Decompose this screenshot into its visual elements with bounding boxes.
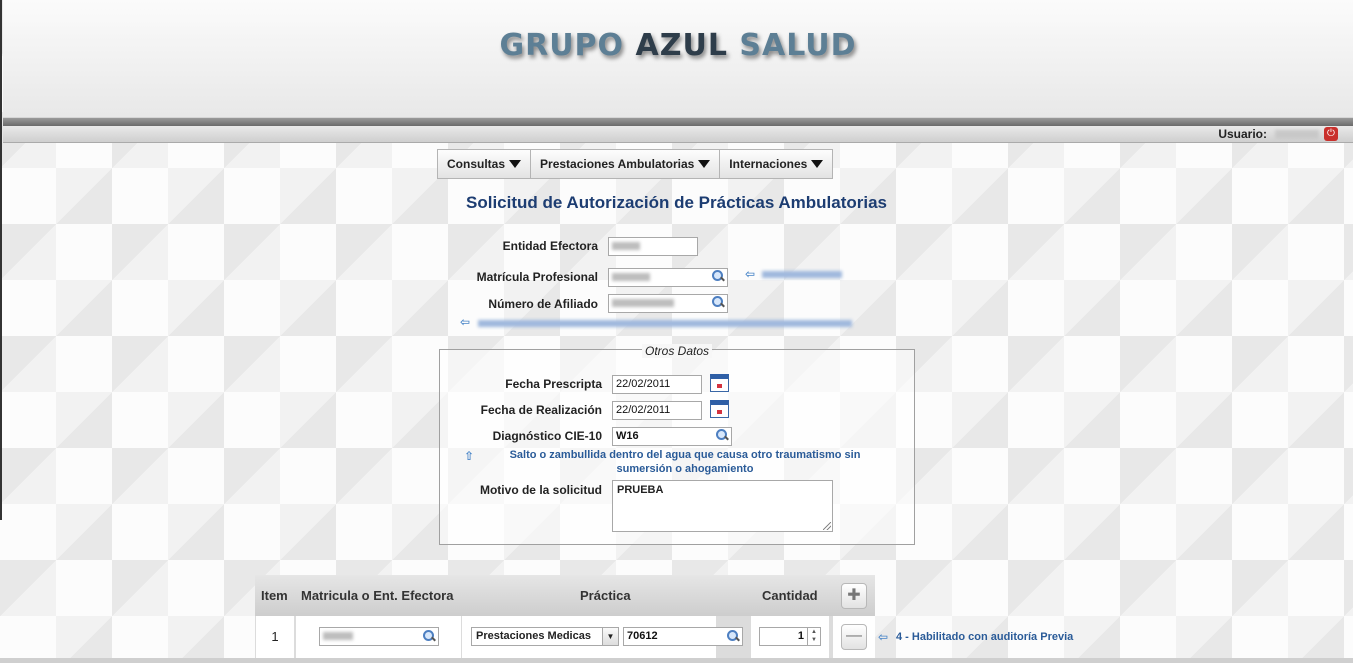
page-title: Solicitud de Autorización de Prácticas A… [466, 193, 887, 212]
fecha-prescripta-input[interactable]: 22/02/2011 [612, 375, 702, 394]
header-matricula: Matricula o Ent. Efectora [301, 588, 454, 603]
arrow-up-icon: ⇧ [464, 449, 475, 463]
header-divider [3, 118, 1353, 126]
matricula-profesional-field[interactable] [608, 268, 728, 287]
resize-grip-icon[interactable] [823, 522, 831, 530]
fecha-prescripta-label: Fecha Prescripta [505, 377, 602, 391]
numero-afiliado-field[interactable] [608, 294, 728, 313]
matricula-profesional-label: Matrícula Profesional [476, 270, 598, 284]
header-practica: Práctica [580, 588, 631, 603]
brand-logo: GRUPO AZUL SALUD [499, 28, 857, 63]
dropdown-caret-icon [811, 160, 824, 168]
search-icon[interactable] [423, 630, 435, 642]
dropdown-caret-icon [509, 160, 522, 168]
entidad-efectora-field[interactable] [608, 237, 698, 256]
remove-row-button[interactable]: — [841, 624, 867, 650]
taskbar [0, 658, 1353, 663]
search-icon[interactable] [716, 429, 728, 441]
cell-item: 1 [256, 616, 294, 658]
header-item: Item [261, 588, 288, 603]
practica-codigo-input[interactable]: 70612 [623, 627, 743, 646]
motivo-textarea[interactable]: PRUEBA [612, 480, 833, 532]
logout-power-icon[interactable]: ⏻ [1324, 127, 1338, 141]
main-menu: Consultas Prestaciones Ambulatorias Inte… [437, 149, 834, 179]
user-name-redacted [1275, 130, 1319, 139]
user-label: Usuario: [1218, 127, 1267, 141]
user-bar: Usuario: ⏻ [3, 126, 1353, 143]
menu-prestaciones-ambulatorias[interactable]: Prestaciones Ambulatorias [531, 150, 721, 178]
arrow-left-icon: ⇦ [745, 267, 756, 281]
entidad-efectora-label: Entidad Efectora [502, 239, 598, 253]
profesional-name-redacted [762, 271, 842, 278]
app-header: GRUPO AZUL SALUD [3, 0, 1353, 118]
calendar-icon[interactable] [710, 374, 729, 392]
table-row: 1 Prestaciones Medicas ▼ 70612 1 ▲ ▼ — [255, 616, 875, 658]
practica-status: 4 - Habilitado con auditoría Previa [896, 631, 1074, 643]
search-icon[interactable] [727, 630, 739, 642]
cantidad-stepper[interactable]: 1 ▲ ▼ [759, 627, 821, 646]
calendar-icon[interactable] [710, 400, 729, 418]
diagnostico-input[interactable]: W16 [612, 427, 732, 446]
fecha-realizacion-label: Fecha de Realización [480, 403, 602, 417]
row-matricula-input[interactable] [319, 627, 439, 646]
cell-divider [461, 616, 462, 658]
stepper-arrows-icon[interactable]: ▲ ▼ [807, 628, 820, 645]
menu-consultas[interactable]: Consultas [438, 150, 532, 178]
menu-internaciones[interactable]: Internaciones [720, 150, 832, 178]
arrow-left-icon: ⇦ [460, 315, 471, 329]
add-row-button[interactable]: ✚ [841, 583, 867, 609]
search-icon[interactable] [712, 296, 724, 308]
fecha-realizacion-input[interactable]: 22/02/2011 [612, 401, 702, 420]
arrow-left-icon: ⇦ [878, 630, 889, 644]
dropdown-caret-icon [698, 160, 711, 168]
header-cantidad: Cantidad [762, 588, 818, 603]
practicas-grid: Item Matricula o Ent. Efectora Práctica … [255, 575, 875, 658]
grid-header: Item Matricula o Ent. Efectora Práctica … [255, 575, 875, 616]
afiliado-name-redacted [478, 320, 852, 327]
window-edge [0, 0, 2, 520]
practica-tipo-select[interactable]: Prestaciones Medicas ▼ [471, 627, 619, 646]
otros-datos-legend: Otros Datos [440, 344, 914, 358]
motivo-label: Motivo de la solicitud [479, 483, 602, 497]
chevron-down-icon: ▼ [602, 628, 618, 645]
diagnostico-description: Salto o zambullida dentro del agua que c… [509, 449, 861, 475]
search-icon[interactable] [712, 270, 724, 282]
diagnostico-label: Diagnóstico CIE-10 [492, 429, 602, 443]
numero-afiliado-label: Número de Afiliado [488, 297, 598, 311]
